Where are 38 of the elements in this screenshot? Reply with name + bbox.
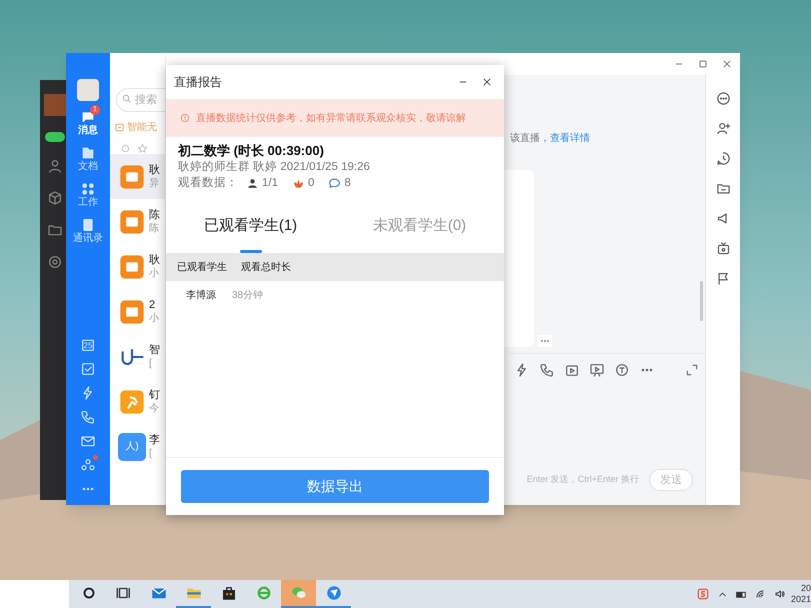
- conversation-item[interactable]: 耿 异: [110, 154, 165, 199]
- conversation-item[interactable]: 智 [: [110, 334, 165, 379]
- dialog-title: 直播报告: [174, 74, 223, 91]
- conversation-title: 耿: [149, 252, 160, 266]
- stat-value: 0: [308, 176, 314, 191]
- conversation-preview: 小: [149, 266, 160, 280]
- tab[interactable]: 已观看学生(1): [166, 199, 335, 253]
- conversation-preview: [: [149, 446, 153, 460]
- conversation-item[interactable]: 陈 陈: [110, 199, 165, 244]
- conversation-preview: [: [149, 356, 153, 370]
- conversation-preview: 今: [149, 402, 160, 416]
- conversation-item[interactable]: 钉 今: [110, 379, 165, 424]
- stat-value: 1/1: [262, 176, 278, 191]
- conversation-preview: 陈: [149, 222, 160, 236]
- conversation-title: 钉: [149, 388, 160, 402]
- conversation-item[interactable]: 耿 小: [110, 244, 165, 289]
- shortcut-hint: Enter 发送，Ctrl+Enter 换行: [526, 473, 639, 486]
- avatar: 人): [118, 432, 146, 460]
- lesson-meta: 耿婷的师生群 耿婷 2021/01/25 19:26: [178, 160, 371, 175]
- column-header[interactable]: 已观看学生: [177, 260, 227, 274]
- search-field[interactable]: 搜索: [116, 88, 166, 112]
- conversation-title: 智: [149, 342, 160, 356]
- column-header[interactable]: 观看总时长: [241, 260, 291, 274]
- clock[interactable]: 20 2021: [793, 583, 811, 605]
- conversation-title: 陈: [149, 208, 160, 222]
- table-cell-text: 李博源: [186, 288, 216, 302]
- stat-value: 8: [344, 176, 351, 191]
- conversation-title: 李: [149, 432, 160, 446]
- conversation-title: 2: [149, 298, 156, 312]
- stats-label: 观看数据：: [178, 176, 238, 191]
- conversation-preview: 小: [149, 312, 159, 326]
- notice-text: 该直播，查看详情: [510, 132, 591, 146]
- lesson-title: 初二数学 (时长 00:39:00): [178, 143, 325, 159]
- conversation-title: 耿: [149, 162, 160, 176]
- conversation-item[interactable]: 2 小: [110, 289, 165, 334]
- table-cell-text: 38分钟: [232, 288, 264, 302]
- warning-text: 直播数据统计仅供参考，如有异常请联系观众核实，敬请谅解: [196, 112, 466, 126]
- conversation-preview: 异: [149, 176, 160, 190]
